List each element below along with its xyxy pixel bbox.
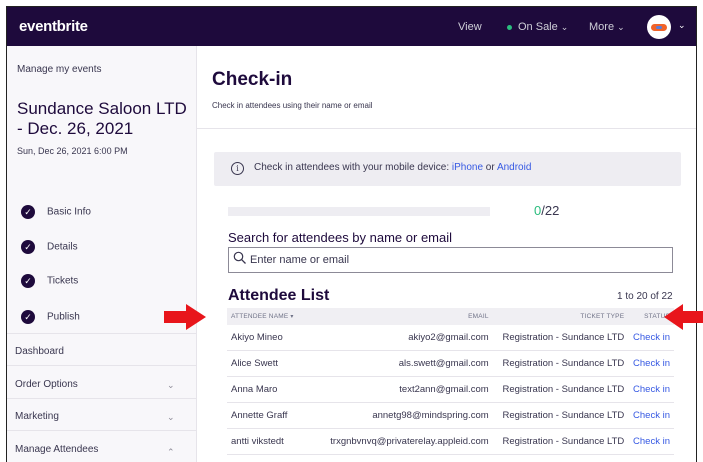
table-header-row: ATTENDEE NAME ▾ EMAIL TICKET TYPE STATUS xyxy=(227,308,674,325)
column-header-ticket-type: TICKET TYPE xyxy=(492,308,629,325)
step-label: Basic Info xyxy=(47,206,91,218)
attendee-email: annetg98@mindspring.com xyxy=(310,402,493,429)
step-label: Details xyxy=(47,241,78,253)
mobile-checkin-banner: i Check in attendees with your mobile de… xyxy=(214,152,681,186)
sidebar-item-order-options[interactable]: Order Options xyxy=(15,379,78,390)
check-in-link[interactable]: Check in xyxy=(628,402,674,429)
checkmark-icon: ✓ xyxy=(21,274,35,288)
search-label: Search for attendees by name or email xyxy=(228,230,453,245)
ticket-type: Registration - Sundance LTD xyxy=(492,428,629,455)
sidebar-divider xyxy=(7,365,196,366)
check-in-link[interactable]: Check in xyxy=(628,350,674,377)
attendee-email: trxgnbvnvq@privaterelay.appleid.com xyxy=(310,428,493,455)
banner-text: Check in attendees with your mobile devi… xyxy=(254,162,531,173)
page-title: Check-in xyxy=(212,69,293,90)
event-status-label: On Sale xyxy=(518,21,558,33)
header-divider xyxy=(197,128,696,129)
ticket-type: Registration - Sundance LTD xyxy=(492,325,629,351)
sidebar-item-manage-attendees[interactable]: Manage Attendees xyxy=(15,444,98,455)
top-navigation-bar: eventbrite View On Sale ⌄ More ⌄ ⌄ xyxy=(7,7,696,46)
sidebar-divider xyxy=(7,333,196,334)
chevron-down-icon: ⌄ xyxy=(560,22,569,32)
checkin-progress-bar xyxy=(228,207,490,216)
main-content: Check-in Check in attendees using their … xyxy=(197,46,696,462)
column-header-label: ATTENDEE NAME xyxy=(231,313,289,320)
column-header-email: EMAIL xyxy=(310,308,493,325)
on-sale-status-dot xyxy=(507,24,512,30)
checkmark-icon: ✓ xyxy=(21,205,35,219)
event-name: Sundance Saloon LTD - Dec. 26, 2021 xyxy=(17,99,187,138)
view-link[interactable]: View xyxy=(458,21,482,33)
sidebar-step-tickets[interactable]: ✓ Tickets xyxy=(21,274,78,288)
sidebar-item-marketing[interactable]: Marketing xyxy=(15,411,59,422)
annotation-arrow-left-icon xyxy=(664,304,703,330)
total-count: /22 xyxy=(541,203,560,218)
pagination-range: 1 to 20 of 22 xyxy=(617,291,673,302)
ticket-type: Registration - Sundance LTD xyxy=(492,376,629,403)
event-status-menu[interactable]: On Sale ⌄ xyxy=(507,21,568,33)
more-menu[interactable]: More ⌄ xyxy=(589,21,625,33)
attendee-email: als.swett@gmail.com xyxy=(310,350,493,377)
chevron-down-icon[interactable]: ⌄ xyxy=(678,20,686,31)
search-input[interactable] xyxy=(250,250,660,270)
checkmark-icon: ✓ xyxy=(21,310,35,324)
android-link[interactable]: Android xyxy=(497,162,531,173)
sort-down-icon: ▾ xyxy=(290,314,294,320)
info-icon: i xyxy=(231,162,244,175)
checkmark-icon: ✓ xyxy=(21,240,35,254)
eventbrite-logo[interactable]: eventbrite xyxy=(19,18,88,35)
iphone-link[interactable]: iPhone xyxy=(452,162,483,173)
app-window: eventbrite View On Sale ⌄ More ⌄ ⌄ Manage … xyxy=(6,6,697,462)
ticket-type: Registration - Sundance LTD xyxy=(492,402,629,429)
manage-my-events-link[interactable]: Manage my events xyxy=(17,64,102,75)
sidebar-divider xyxy=(7,430,196,431)
table-row: Akiyo Mineo akiyo2@gmail.com Registratio… xyxy=(227,325,674,351)
ticket-type: Registration - Sundance LTD xyxy=(492,350,629,377)
user-avatar[interactable] xyxy=(647,15,671,39)
chevron-up-icon[interactable]: ⌃ xyxy=(167,447,175,458)
table-row: antti vikstedt trxgnbvnvq@privaterelay.a… xyxy=(227,428,674,455)
attendee-list-title: Attendee List xyxy=(228,287,330,304)
sidebar-step-publish[interactable]: ✓ Publish xyxy=(21,310,80,324)
search-box[interactable] xyxy=(228,247,673,273)
attendee-name: Anna Maro xyxy=(227,376,311,403)
attendee-table: ATTENDEE NAME ▾ EMAIL TICKET TYPE STATUS… xyxy=(227,308,674,455)
banner-message: Check in attendees with your mobile devi… xyxy=(254,162,452,173)
attendee-name: Annette Graff xyxy=(227,402,311,429)
sidebar: Manage my events Sundance Saloon LTD - D… xyxy=(7,46,197,462)
chevron-down-icon[interactable]: ⌄ xyxy=(167,412,175,423)
attendee-email: text2ann@gmail.com xyxy=(310,376,493,403)
step-label: Tickets xyxy=(47,275,79,287)
page-subtitle: Check in attendees using their name or e… xyxy=(212,101,373,110)
checkin-count: 0/22 xyxy=(534,203,559,218)
sidebar-item-dashboard[interactable]: Dashboard xyxy=(15,346,64,357)
sidebar-step-details[interactable]: ✓ Details xyxy=(21,240,78,254)
more-menu-label: More xyxy=(589,21,615,33)
attendee-name: Alice Swett xyxy=(227,350,311,377)
event-date: Sun, Dec 26, 2021 6:00 PM xyxy=(17,146,128,156)
table-row: Alice Swett als.swett@gmail.com Registra… xyxy=(227,350,674,377)
avatar-image-detail xyxy=(656,26,662,29)
attendee-email: akiyo2@gmail.com xyxy=(310,325,493,351)
search-icon xyxy=(233,251,246,264)
attendee-name: antti vikstedt xyxy=(227,428,311,455)
table-row: Anna Maro text2ann@gmail.com Registratio… xyxy=(227,376,674,403)
step-label: Publish xyxy=(47,311,80,323)
sidebar-divider xyxy=(7,398,196,399)
banner-or: or xyxy=(483,162,497,173)
column-header-attendee-name[interactable]: ATTENDEE NAME ▾ xyxy=(227,308,311,325)
chevron-down-icon[interactable]: ⌄ xyxy=(167,380,175,391)
check-in-link[interactable]: Check in xyxy=(628,428,674,455)
annotation-arrow-right-icon xyxy=(164,304,206,330)
table-row: Annette Graff annetg98@mindspring.com Re… xyxy=(227,402,674,429)
chevron-down-icon: ⌄ xyxy=(617,22,625,32)
attendee-name: Akiyo Mineo xyxy=(227,325,311,351)
check-in-link[interactable]: Check in xyxy=(628,376,674,403)
sidebar-step-basic-info[interactable]: ✓ Basic Info xyxy=(21,205,91,219)
